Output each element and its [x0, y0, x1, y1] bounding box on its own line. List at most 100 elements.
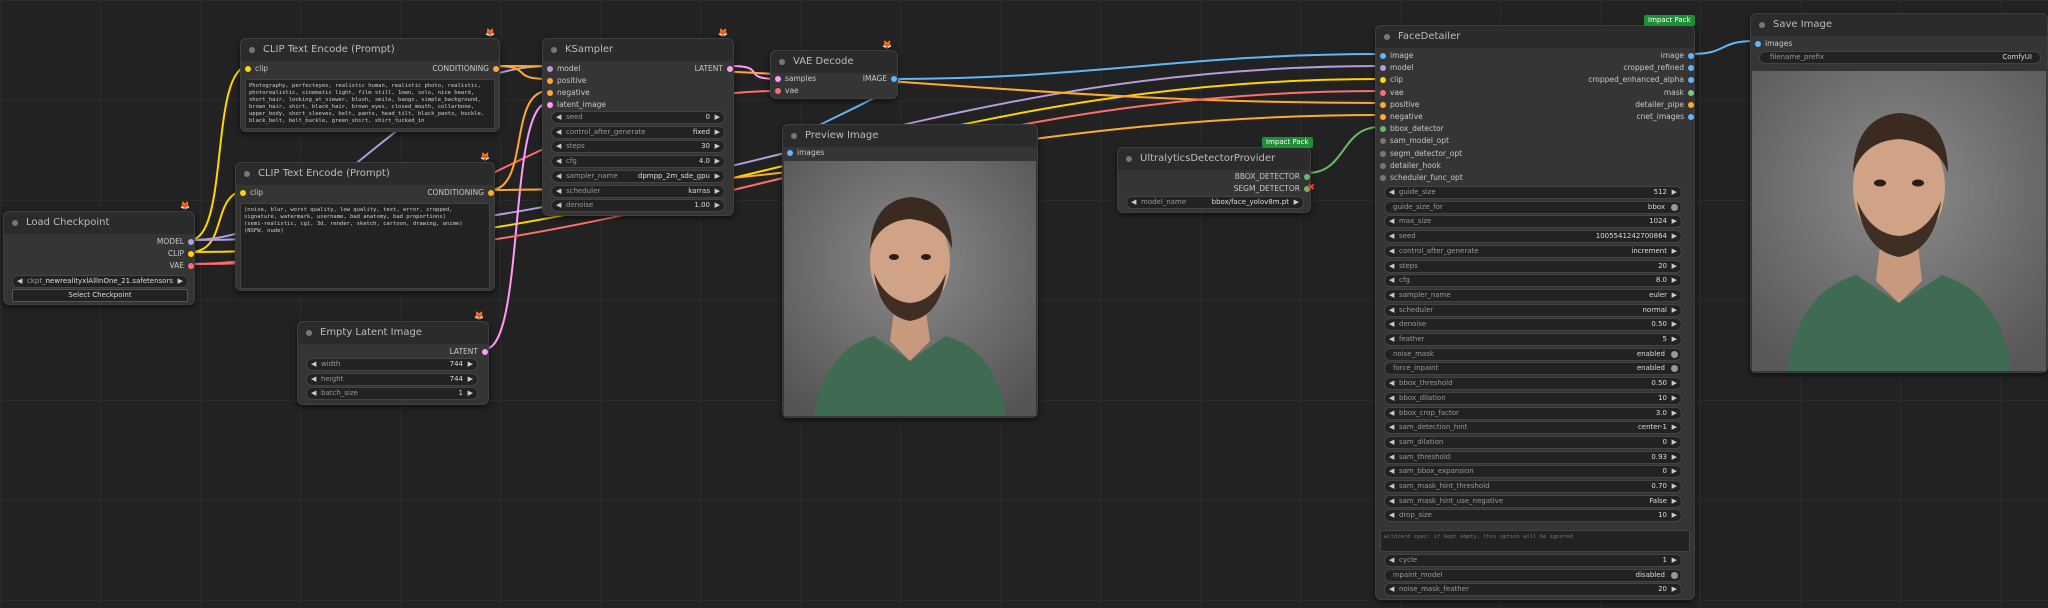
- node-title[interactable]: CLIP Text Encode (Prompt): [241, 39, 499, 61]
- arrow-left-icon[interactable]: ◀: [1389, 555, 1394, 566]
- slot-dot-icon[interactable]: [1380, 162, 1386, 169]
- slot-dot-icon[interactable]: [1688, 77, 1694, 84]
- input-bbox-detector[interactable]: bbox_detector: [1380, 124, 1444, 133]
- collapse-dot-icon[interactable]: [306, 330, 312, 336]
- node-title[interactable]: Load Checkpoint: [4, 212, 194, 234]
- arrow-left-icon[interactable]: ◀: [1389, 319, 1394, 330]
- collapse-dot-icon[interactable]: [551, 47, 557, 53]
- input-latent-image[interactable]: latent_image: [547, 100, 606, 109]
- slot-dot-icon[interactable]: [240, 190, 246, 196]
- widget-guide-size[interactable]: ◀ guide_size 512 ▶: [1384, 186, 1682, 199]
- arrow-left-icon[interactable]: ◀: [1389, 452, 1394, 463]
- model-name-combo[interactable]: ◀ model_name bbox/face_yolov8m.pt ▶: [1126, 196, 1304, 209]
- widget-bbox-dilation[interactable]: ◀ bbox_dilation 10 ▶: [1384, 391, 1682, 405]
- widget-guide-size-for[interactable]: guide_size_for bbox: [1384, 200, 1682, 214]
- arrow-right-icon[interactable]: ▶: [1672, 319, 1677, 330]
- widget-height[interactable]: ◀ height 744 ▶: [306, 372, 478, 386]
- arrow-right-icon[interactable]: ▶: [1672, 437, 1677, 448]
- input-positive[interactable]: positive: [547, 76, 586, 85]
- node-title[interactable]: FaceDetailer: [1376, 26, 1694, 48]
- toggle-knob-icon[interactable]: [1671, 203, 1678, 211]
- widget-batch-size[interactable]: ◀ batch_size 1 ▶: [306, 387, 478, 400]
- input-model[interactable]: model: [547, 64, 580, 73]
- output-cnet-images[interactable]: cnet_images: [1637, 112, 1694, 121]
- widget-sam-mask-hint-threshold[interactable]: ◀ sam_mask_hint_threshold 0.70 ▶: [1384, 480, 1682, 493]
- output-image[interactable]: IMAGE: [863, 74, 897, 83]
- widget-sampler-name[interactable]: ◀ sampler_name euler ▶: [1384, 288, 1682, 302]
- arrow-left-icon[interactable]: ◀: [311, 359, 316, 370]
- slot-dot-icon[interactable]: [891, 76, 897, 82]
- arrow-left-icon[interactable]: ◀: [1389, 466, 1394, 477]
- arrow-left-icon[interactable]: ◀: [1389, 584, 1394, 595]
- input-negative[interactable]: negative: [547, 88, 590, 97]
- node-title[interactable]: CLIP Text Encode (Prompt): [236, 163, 494, 185]
- input-segm-detector-opt[interactable]: segm_detector_opt: [1380, 149, 1462, 158]
- output-cropped-refined[interactable]: cropped_refined: [1623, 63, 1694, 72]
- slot-dot-icon[interactable]: [1688, 53, 1694, 59]
- output-image[interactable]: image: [1661, 51, 1694, 60]
- clip-text-encode-positive-node[interactable]: CLIP Text Encode (Prompt) clip CONDITION…: [240, 38, 500, 132]
- widget-cfg[interactable]: ◀ cfg 4.0 ▶: [551, 155, 725, 169]
- arrow-right-icon[interactable]: ▶: [715, 200, 720, 211]
- arrow-left-icon[interactable]: ◀: [556, 112, 561, 123]
- collapse-dot-icon[interactable]: [1126, 156, 1132, 162]
- arrow-right-icon[interactable]: ▶: [1672, 290, 1677, 301]
- slot-dot-icon[interactable]: [547, 66, 553, 72]
- arrow-right-icon[interactable]: ▶: [715, 156, 720, 167]
- arrow-left-icon[interactable]: ◀: [1389, 422, 1394, 433]
- slot-dot-icon[interactable]: [488, 190, 494, 196]
- slot-dot-icon[interactable]: [1380, 101, 1386, 108]
- widget-steps[interactable]: ◀ steps 30 ▶: [551, 140, 725, 154]
- slot-dot-icon[interactable]: [1380, 175, 1386, 181]
- slot-dot-icon[interactable]: [1380, 138, 1386, 145]
- slot-dot-icon[interactable]: [493, 66, 499, 72]
- arrow-left-icon[interactable]: ◀: [1389, 231, 1394, 242]
- toggle-knob-icon[interactable]: [1671, 571, 1678, 579]
- arrow-left-icon[interactable]: ◀: [1389, 481, 1394, 492]
- arrow-left-icon[interactable]: ◀: [1389, 261, 1394, 272]
- input-images[interactable]: images: [787, 148, 824, 157]
- arrow-left-icon[interactable]: ◀: [556, 171, 561, 182]
- arrow-right-icon[interactable]: ▶: [715, 171, 720, 182]
- slot-dot-icon[interactable]: [1688, 89, 1694, 96]
- widget-noise-mask[interactable]: noise_mask enabled: [1384, 347, 1682, 361]
- slot-dot-icon[interactable]: [1380, 126, 1386, 133]
- input-vae[interactable]: vae: [1380, 88, 1404, 97]
- widget-feather[interactable]: ◀ feather 5 ▶: [1384, 333, 1682, 346]
- slot-dot-icon[interactable]: [1688, 101, 1694, 108]
- arrow-right-icon[interactable]: ▶: [1672, 408, 1677, 419]
- wildcard-textarea[interactable]: wildcard spec: if kept empty, this optio…: [1380, 530, 1690, 552]
- ckpt-name-combo[interactable]: ◀ ckpt_n newrealityxlAllInOne_21.safetenso…: [12, 275, 188, 288]
- arrow-right-icon[interactable]: ▶: [1672, 261, 1677, 272]
- widget-seed[interactable]: ◀ seed 1005541242700864 ▶: [1384, 230, 1682, 244]
- arrow-right-icon[interactable]: ▶: [715, 112, 720, 123]
- widget-sam-detection-hint[interactable]: ◀ sam_detection_hint center-1 ▶: [1384, 421, 1682, 435]
- widget-control-after-generate[interactable]: ◀ control_after_generate increment ▶: [1384, 244, 1682, 258]
- arrow-left-icon[interactable]: ◀: [1389, 393, 1394, 404]
- widget-seed[interactable]: ◀ seed 0 ▶: [551, 111, 725, 124]
- output-latent[interactable]: LATENT: [695, 64, 733, 73]
- face-detailer-node[interactable]: FaceDetailer image model clip vae positive ne…: [1375, 25, 1695, 600]
- arrow-right-icon[interactable]: ▶: [1672, 481, 1677, 492]
- slot-dot-icon[interactable]: [1380, 114, 1386, 120]
- prompt-textarea[interactable]: Photography, perfecteyes, realistic huma…: [245, 79, 495, 129]
- arrow-left-icon[interactable]: ◀: [17, 276, 22, 287]
- input-clip[interactable]: clip: [240, 188, 263, 197]
- arrow-right-icon[interactable]: ▶: [1672, 334, 1677, 345]
- output-conditioning[interactable]: CONDITIONING: [432, 64, 499, 73]
- slot-dot-icon[interactable]: [775, 76, 781, 82]
- slot-dot-icon[interactable]: [1380, 77, 1386, 84]
- arrow-right-icon[interactable]: ▶: [178, 276, 183, 287]
- save-image-node[interactable]: Save Image images filename_prefix ComfyUI: [1750, 13, 2048, 373]
- arrow-right-icon[interactable]: ▶: [468, 388, 473, 399]
- arrow-left-icon[interactable]: ◀: [1389, 216, 1394, 227]
- input-sam-model-opt[interactable]: sam_model_opt: [1380, 136, 1449, 145]
- arrow-right-icon[interactable]: ▶: [1672, 187, 1677, 198]
- collapse-dot-icon[interactable]: [791, 133, 797, 139]
- preview-image-node[interactable]: Preview Image images: [782, 124, 1038, 418]
- widget-drop-size[interactable]: ◀ drop_size 10 ▶: [1384, 509, 1682, 523]
- output-bbox-detector[interactable]: BBOX_DETECTOR: [1235, 172, 1310, 181]
- widget-cfg[interactable]: ◀ cfg 8.0 ▶: [1384, 274, 1682, 288]
- slot-dot-icon[interactable]: [1380, 89, 1386, 96]
- slot-dot-icon[interactable]: [727, 66, 733, 72]
